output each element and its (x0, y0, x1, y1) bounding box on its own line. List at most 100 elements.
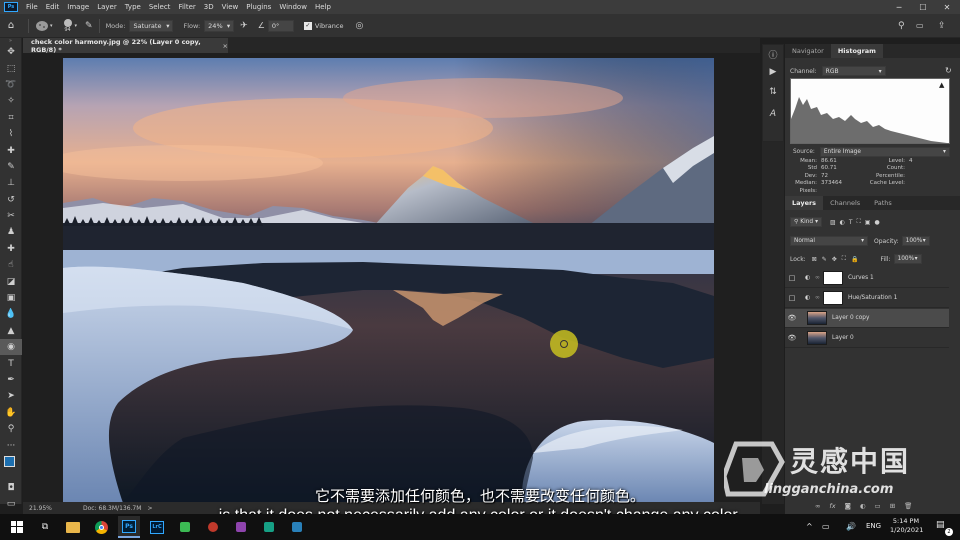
tab-layers[interactable]: Layers (785, 196, 824, 210)
eye-icon[interactable]: 👁 (785, 314, 799, 322)
smudge-tool-icon[interactable]: ☝ (0, 257, 22, 273)
layer-row-hue-saturation[interactable]: □ ◐ ∞ Hue/Saturation 1 (785, 289, 949, 308)
sponge-tool-icon[interactable]: ◉ (0, 339, 22, 356)
more-tools-icon[interactable]: ··· (0, 437, 22, 453)
lock-artboard-icon[interactable]: ⛶ (842, 255, 846, 263)
filter-type-icon[interactable]: T (849, 219, 853, 226)
maximize-icon[interactable]: ☐ (912, 0, 934, 14)
brush-settings-icon[interactable]: ✎ (85, 21, 93, 31)
delete-layer-icon[interactable]: 🗑 (904, 502, 912, 510)
app-icon[interactable] (258, 516, 280, 538)
eye-icon[interactable]: 👁 (785, 334, 799, 342)
new-layer-icon[interactable]: ⊞ (890, 502, 895, 510)
search-icon[interactable]: ⚲ (898, 21, 905, 31)
source-select[interactable]: Entire Image ▾ (819, 147, 950, 157)
menu-edit[interactable]: Edit (42, 3, 64, 11)
quick-select-tool-icon[interactable]: ✧ (0, 93, 22, 109)
tab-navigator[interactable]: Navigator (785, 44, 831, 58)
lasso-tool-icon[interactable]: ➰ (0, 77, 22, 93)
language-indicator[interactable]: ENG (866, 522, 881, 530)
app-icon[interactable] (230, 516, 252, 538)
info-icon[interactable]: ⓘ (763, 45, 783, 63)
add-mask-icon[interactable]: ◙ (845, 502, 851, 510)
mode-select[interactable]: Saturate ▾ (129, 19, 174, 32)
document-image[interactable] (63, 58, 714, 503)
menu-3d[interactable]: 3D (200, 3, 218, 11)
filter-toggle-icon[interactable]: ● (874, 219, 879, 226)
filter-kind-select[interactable]: ⚲ Kind ▾ (790, 217, 822, 227)
filter-shape-icon[interactable]: ⛶ (857, 218, 861, 226)
tab-paths[interactable]: Paths (867, 196, 899, 210)
zoom-tool-icon[interactable]: ⚲ (0, 421, 22, 437)
close-tab-icon[interactable]: × (223, 42, 228, 50)
dodge-tool-icon[interactable]: ▲ (0, 323, 22, 339)
history-brush-tool-icon[interactable]: ↺ (0, 192, 22, 208)
clock[interactable]: 5:14 PM 1/20/2021 (890, 517, 923, 535)
lock-all-icon[interactable]: 🔒 (851, 256, 858, 263)
marquee-tool-icon[interactable]: ⬚ (0, 60, 22, 76)
app-icon[interactable] (202, 516, 224, 538)
layer-thumbnail[interactable] (807, 311, 827, 325)
new-group-icon[interactable]: ▭ (875, 502, 881, 510)
home-icon[interactable]: ⌂ (0, 20, 22, 31)
document-tab[interactable]: check color harmony.jpg @ 22% (Layer 0 c… (23, 38, 228, 54)
tab-channels[interactable]: Channels (823, 196, 867, 210)
workspace-icon[interactable]: ▭ (916, 21, 924, 30)
lock-position-icon[interactable]: ✥ (832, 256, 837, 263)
file-explorer-icon[interactable] (62, 516, 84, 538)
fill-field[interactable]: 100% ▾ (893, 254, 922, 264)
visibility-off-icon[interactable]: □ (785, 274, 799, 282)
app-icon[interactable] (174, 516, 196, 538)
task-view-icon[interactable]: ⧉ (34, 516, 56, 538)
eraser-tool-icon[interactable]: ◪ (0, 273, 22, 289)
blend-mode-select[interactable]: Normal ▾ (790, 236, 868, 246)
layer-thumbnail[interactable] (807, 331, 827, 345)
refresh-icon[interactable]: ↻ (945, 66, 952, 75)
lock-transparent-icon[interactable]: ⊠ (812, 256, 817, 263)
menu-select[interactable]: Select (145, 3, 175, 11)
menu-view[interactable]: View (218, 3, 243, 11)
chrome-icon[interactable] (90, 516, 112, 538)
clone-stamp-tool-icon[interactable]: ⊥ (0, 175, 22, 191)
lock-image-icon[interactable]: ✎ (822, 256, 827, 263)
scissors-icon[interactable]: ✂ (0, 208, 22, 224)
menu-window[interactable]: Window (275, 3, 311, 11)
move-tool-icon[interactable]: ✥ (0, 44, 22, 60)
gradient-tool-icon[interactable]: ▣ (0, 290, 22, 306)
color-swatches[interactable] (0, 454, 21, 480)
pen-tool-icon[interactable]: ✒ (0, 372, 22, 388)
type-tool-icon[interactable]: T (0, 355, 22, 371)
properties-icon[interactable]: ⇅ (763, 81, 783, 103)
brush-tool-icon[interactable]: ✎ (0, 159, 22, 175)
share-icon[interactable]: ⇪ (938, 21, 946, 31)
character-icon[interactable]: A (763, 103, 783, 125)
path-selection-tool-icon[interactable]: ➤ (0, 388, 22, 404)
channel-select[interactable]: RGB ▾ (821, 66, 886, 76)
angle-field[interactable]: 0° (267, 19, 294, 32)
menu-help[interactable]: Help (311, 3, 335, 11)
hand-tool-icon[interactable]: ✋ (0, 405, 22, 421)
photoshop-icon[interactable]: Ps (118, 516, 140, 538)
visibility-off-icon[interactable]: □ (785, 294, 799, 302)
heal-tool-icon[interactable]: ✚ (0, 241, 22, 257)
windows-start-icon[interactable] (6, 516, 28, 538)
filter-smart-object-icon[interactable]: ▣ (865, 219, 871, 226)
airbrush-icon[interactable]: ✈ (240, 21, 248, 31)
eyedropper-tool-icon[interactable]: ⌇ (0, 126, 22, 142)
pressure-size-icon[interactable]: ◎ (355, 21, 363, 31)
chain-link-icon[interactable]: ∞ (815, 295, 823, 301)
menu-file[interactable]: File (22, 3, 42, 11)
system-tray-arrow-icon[interactable]: ^ (806, 522, 813, 531)
play-actions-icon[interactable]: ▶ (763, 63, 783, 81)
quick-mask-icon[interactable]: ◘ (0, 480, 22, 496)
chain-link-icon[interactable]: ∞ (815, 275, 823, 281)
fx-icon[interactable]: fx (829, 502, 835, 510)
app-icon[interactable] (286, 516, 308, 538)
lightroom-classic-icon[interactable]: LrC (146, 516, 168, 538)
close-icon[interactable]: ✕ (936, 0, 958, 14)
filter-pixel-icon[interactable]: ▨ (830, 219, 836, 226)
layer-mask-thumbnail[interactable] (823, 291, 843, 305)
photoshop-logo-icon[interactable]: Ps (4, 2, 18, 12)
layer-row-curves[interactable]: □ ◐ ∞ Curves 1 (785, 269, 949, 288)
menu-layer[interactable]: Layer (93, 3, 121, 11)
